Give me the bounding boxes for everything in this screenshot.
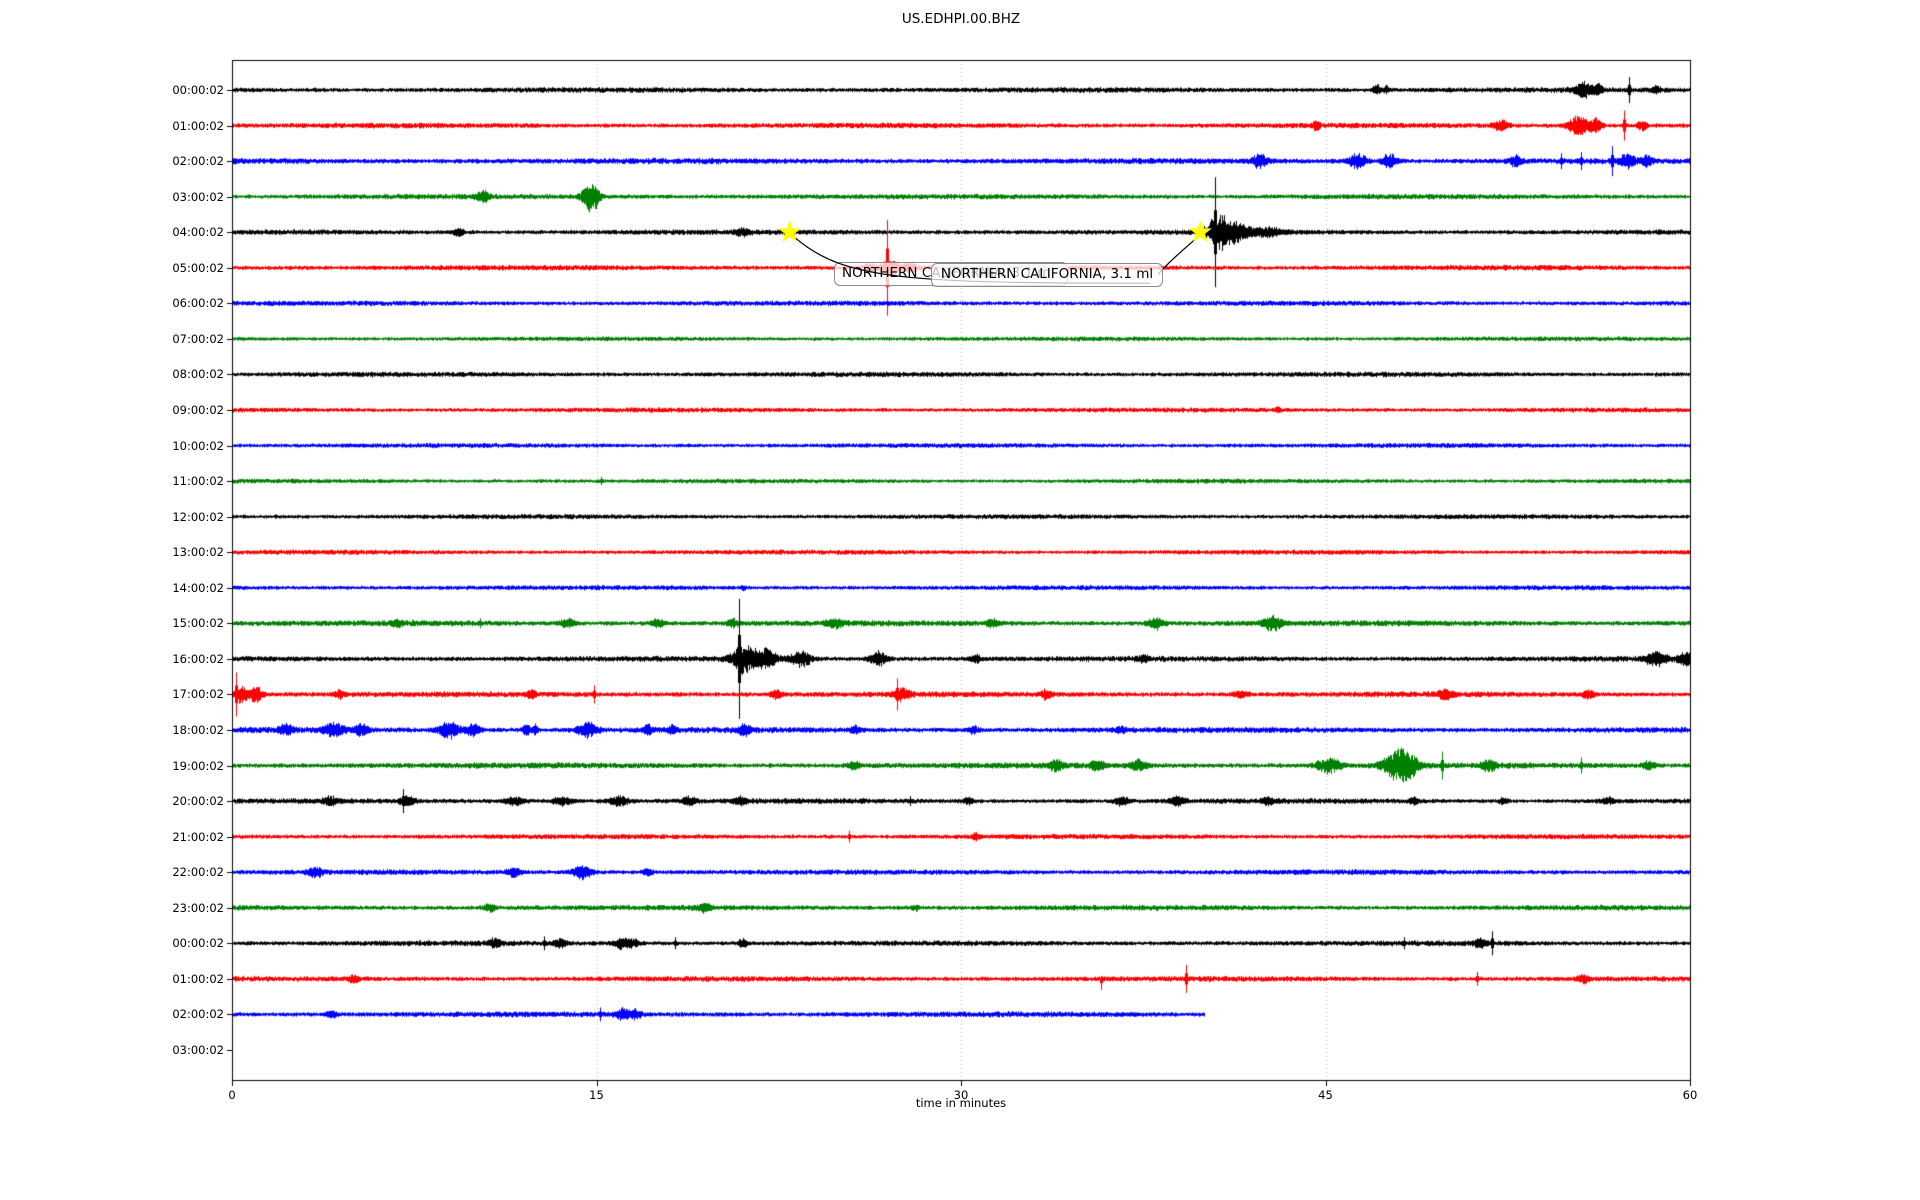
y-tick-label: 09:00:02 xyxy=(172,402,224,417)
y-tick-label: 19:00:02 xyxy=(172,758,224,773)
seismogram-figure: US.EDHPI.00.BHZ time in minutes 00:00:02… xyxy=(0,0,1920,1200)
x-tick-label: 15 xyxy=(589,1088,604,1102)
y-tick-label: 01:00:02 xyxy=(172,118,224,133)
y-tick-label: 21:00:02 xyxy=(172,829,224,844)
y-tick-label: 00:00:02 xyxy=(172,83,224,97)
y-tick-label: 07:00:02 xyxy=(172,331,224,346)
y-tick-label: 06:00:02 xyxy=(172,296,224,311)
y-tick-label: 02:00:02 xyxy=(172,1007,224,1022)
event-annotation-box-right: NORTHERN CALIFORNIA, 3.1 ml xyxy=(931,263,1163,287)
chart-title: US.EDHPI.00.BHZ xyxy=(901,11,1021,27)
y-tick-label: 01:00:02 xyxy=(172,971,224,986)
y-tick-label: 16:00:02 xyxy=(172,651,224,666)
y-tick-label: 17:00:02 xyxy=(172,687,224,702)
seismogram-plot-canvas xyxy=(0,0,1920,1200)
y-tick-label: 18:00:02 xyxy=(172,722,224,737)
y-tick-label: 11:00:02 xyxy=(172,474,224,489)
y-tick-label: 12:00:02 xyxy=(172,509,224,524)
y-tick-label: 15:00:02 xyxy=(172,616,224,631)
y-tick-label: 22:00:02 xyxy=(172,865,224,880)
y-tick-label: 00:00:02 xyxy=(172,936,224,951)
y-tick-label: 05:00:02 xyxy=(172,260,224,275)
y-tick-label: 04:00:02 xyxy=(172,225,224,240)
y-tick-label: 10:00:02 xyxy=(172,438,224,453)
y-tick-label: 02:00:02 xyxy=(172,154,224,169)
x-tick-label: 45 xyxy=(1318,1088,1333,1102)
x-tick-label: 60 xyxy=(1682,1088,1698,1102)
y-tick-label: 13:00:02 xyxy=(172,545,224,560)
y-tick-label: 14:00:02 xyxy=(172,580,224,595)
x-tick-label: 30 xyxy=(953,1088,969,1102)
x-tick-label: 0 xyxy=(228,1088,236,1102)
y-tick-label: 20:00:02 xyxy=(172,794,224,809)
y-tick-label: 08:00:02 xyxy=(172,367,224,382)
y-tick-label: 03:00:02 xyxy=(172,189,224,204)
y-tick-label: 03:00:02 xyxy=(172,1042,224,1057)
y-tick-label: 23:00:02 xyxy=(172,900,224,915)
